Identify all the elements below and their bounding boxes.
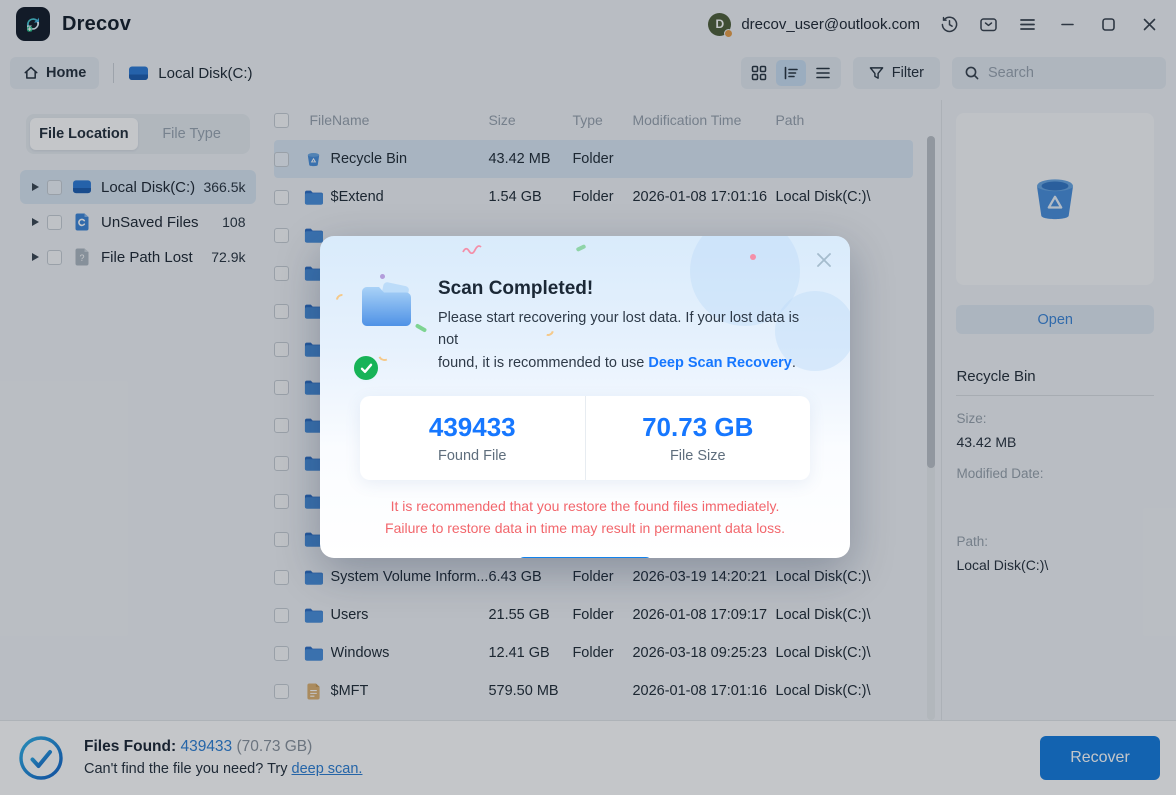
file-size-total: 70.73 GB [642,412,754,443]
scan-stats-card: 439433 Found File 70.73 GB File Size [360,396,810,481]
modal-warning: It is recommended that you restore the f… [385,498,785,537]
scan-folder-icon [352,282,422,383]
found-file-count: 439433 [428,412,516,443]
deep-scan-recovery-link[interactable]: Deep Scan Recovery [648,355,791,371]
scan-completed-modal: Scan Completed! Please start recovering … [320,236,850,558]
modal-description: Please start recovering your lost data. … [438,310,800,371]
check-circle-icon [352,354,380,383]
go-to-recover-button[interactable]: Go to Recover [517,556,653,558]
found-file-label: Found File [437,448,507,465]
file-size-label: File Size [669,448,726,465]
modal-title: Scan Completed! [438,278,594,299]
app-window: Drecov D drecov_user@outlook.com Home Lo… [0,0,1176,795]
